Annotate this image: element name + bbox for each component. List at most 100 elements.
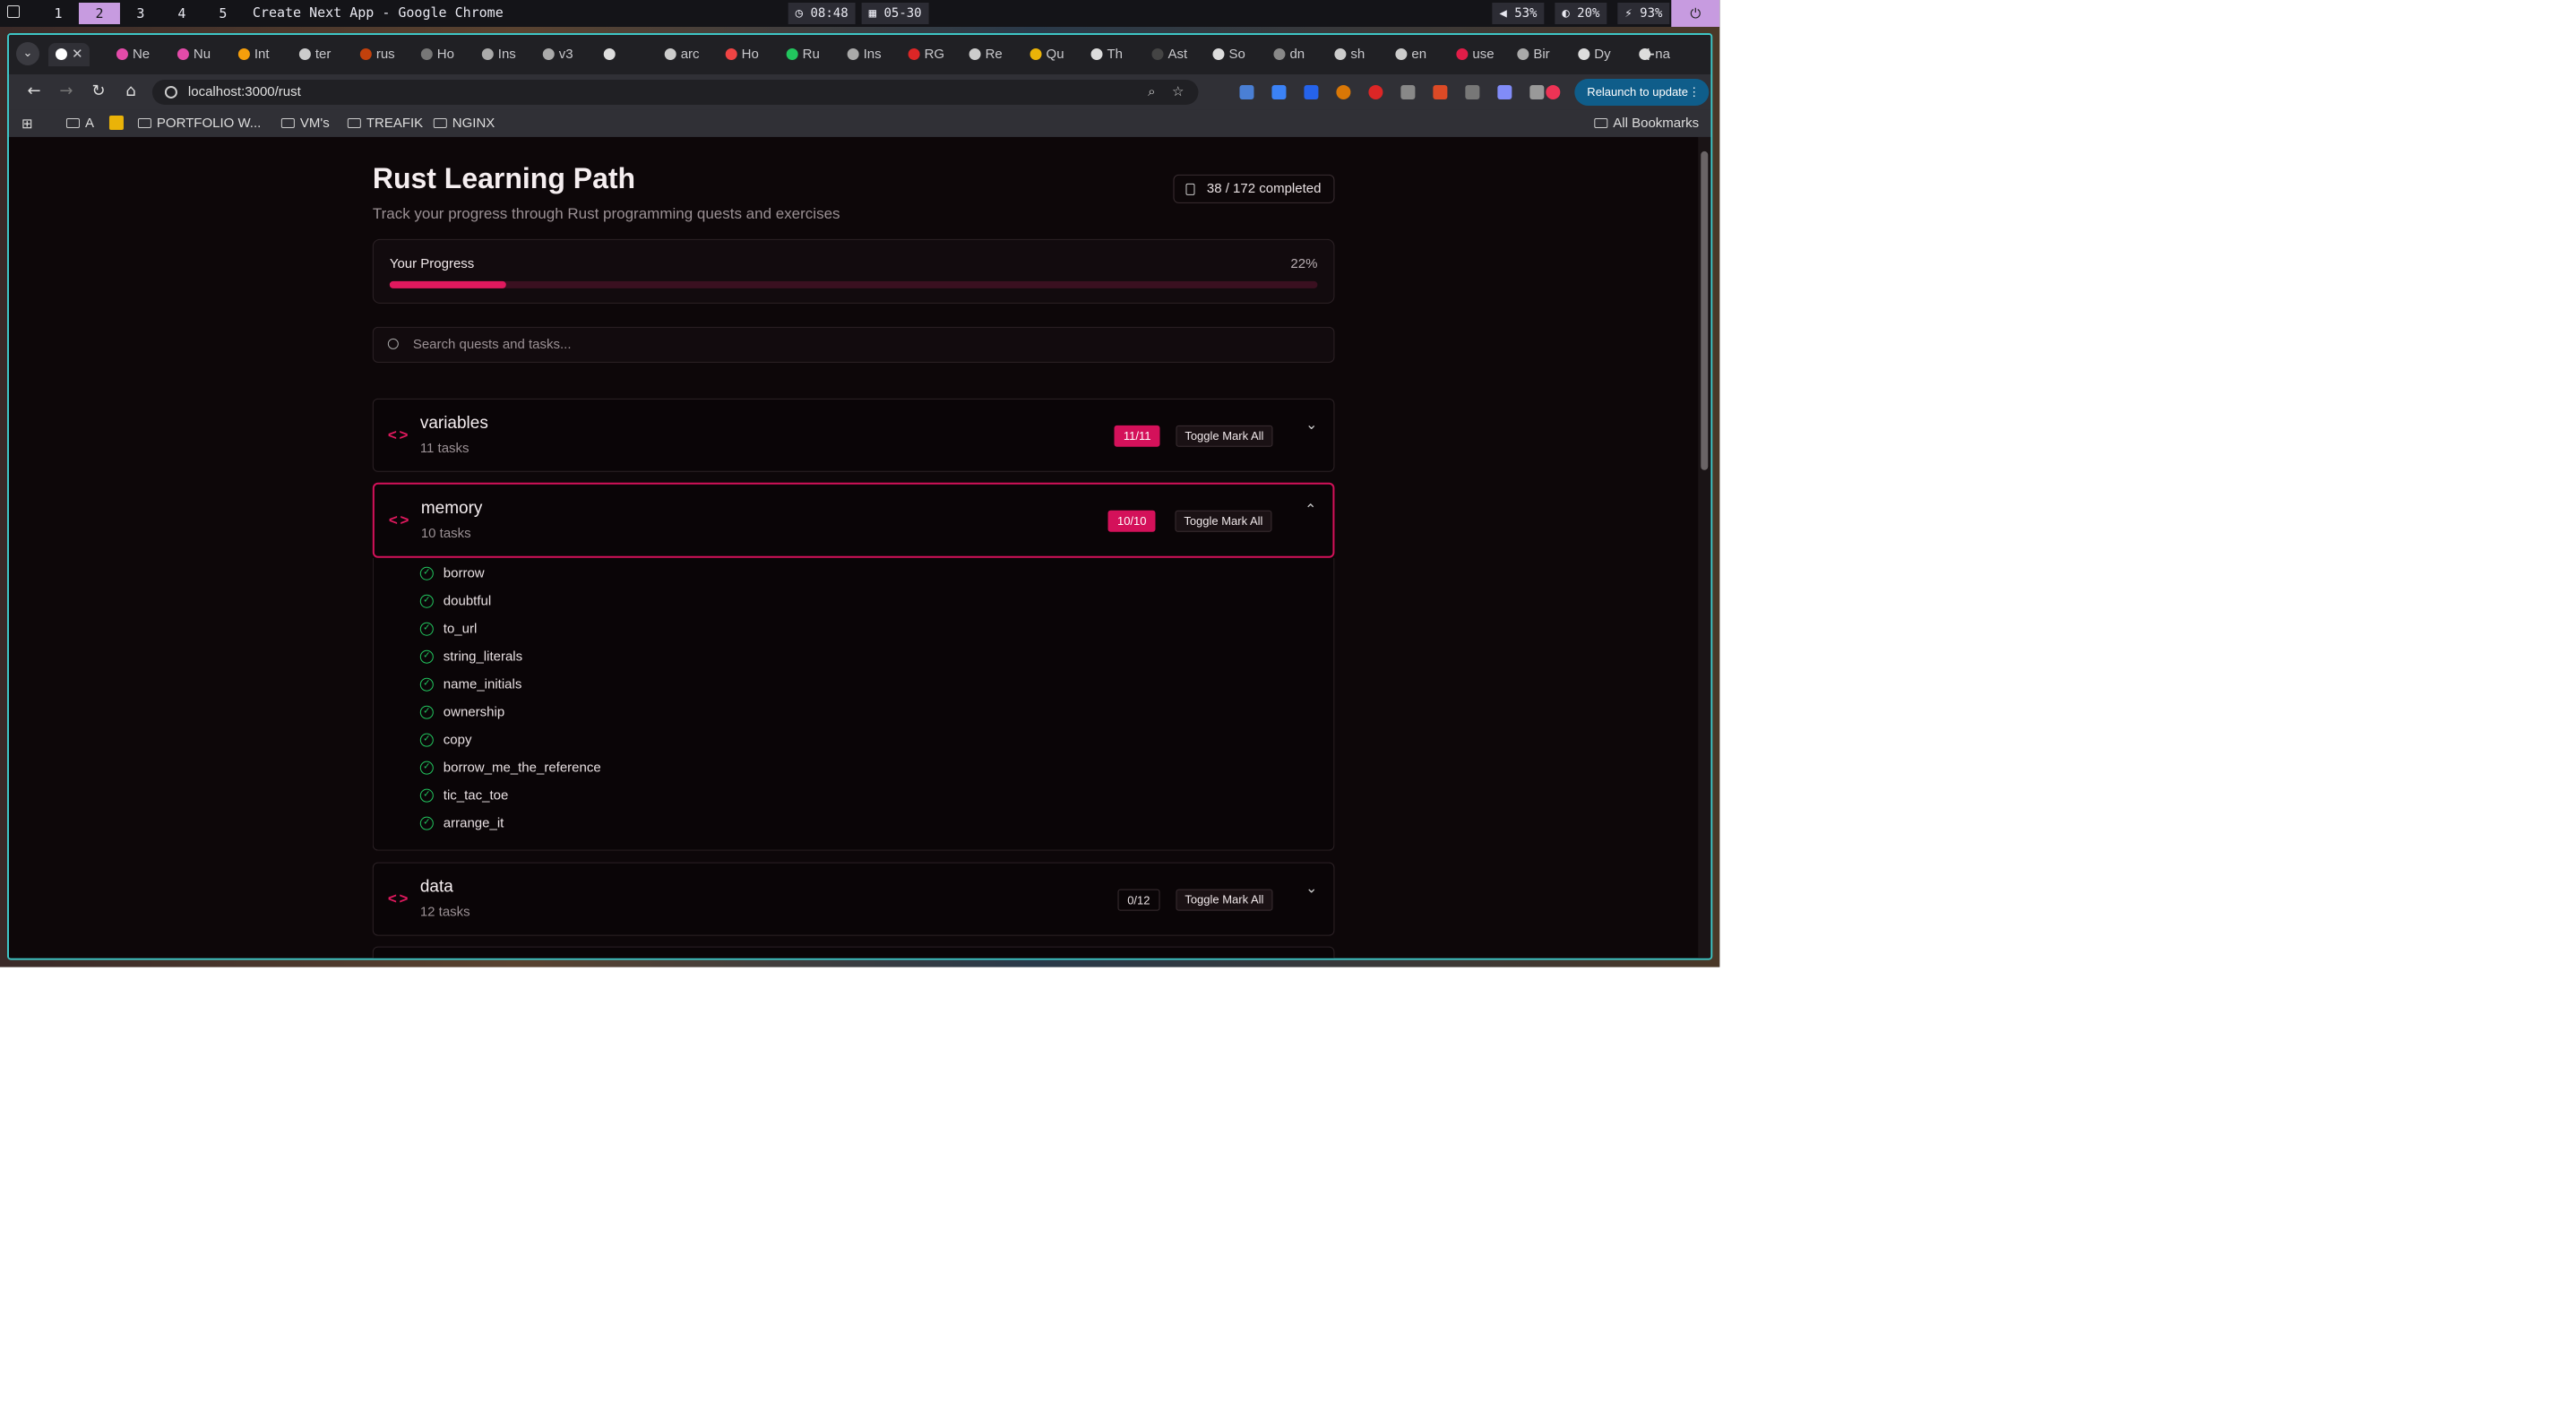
chevron-down-icon[interactable]: ⌄ [1305, 880, 1317, 898]
bookmark-favicon-icon[interactable] [108, 115, 124, 130]
tab-search-icon[interactable]: ⌄ [15, 41, 39, 65]
search-input[interactable]: Search quests and tasks... [372, 326, 1335, 363]
browser-tab[interactable]: Ho [414, 43, 468, 66]
extensions-menu-icon[interactable] [1529, 84, 1545, 99]
forward-icon[interactable]: → [56, 82, 77, 100]
profile-avatar[interactable] [1546, 84, 1561, 99]
power-icon[interactable]: ⏻ [1671, 0, 1720, 27]
chevron-down-icon[interactable]: ⌄ [1305, 416, 1317, 434]
tab-active[interactable]: ✕ [47, 42, 90, 66]
browser-tab[interactable]: Re [962, 43, 1016, 66]
check-circle-icon[interactable]: ✓ [419, 788, 434, 803]
extension-shield-icon[interactable] [1304, 84, 1319, 99]
task-item[interactable]: ✓ to_url [374, 615, 1334, 643]
new-tab-button[interactable]: + [1641, 43, 1656, 64]
browser-tab[interactable]: Int [231, 43, 285, 66]
extension-mask-icon[interactable] [1497, 84, 1512, 99]
bookmark-folder-vms[interactable]: VM's [280, 116, 330, 131]
task-item[interactable]: ✓ string_literals [374, 643, 1334, 671]
browser-tab[interactable]: v3 [536, 43, 590, 66]
workspace-1[interactable]: 1 [38, 3, 79, 24]
task-item[interactable]: ✓ tic_tac_toe [374, 782, 1334, 810]
browser-tab[interactable]: Dy [1571, 43, 1624, 66]
all-bookmarks[interactable]: All Bookmarks [1594, 116, 1699, 131]
browser-tab[interactable]: Ins [840, 43, 894, 66]
workspace-3[interactable]: 3 [120, 3, 161, 24]
browser-tab[interactable]: RG [901, 43, 955, 66]
address-bar[interactable]: localhost:3000/rust ⌕ ☆ [151, 79, 1199, 105]
task-item[interactable]: ✓ arrange_it [374, 810, 1334, 838]
workspace-4[interactable]: 4 [161, 3, 202, 24]
task-item[interactable]: ✓ borrow_me_the_reference [374, 754, 1334, 782]
extension-glasses-icon[interactable] [1400, 84, 1416, 99]
browser-tab[interactable]: Nu [170, 43, 224, 66]
relaunch-button[interactable]: Relaunch to update ⋮ [1574, 78, 1710, 106]
home-icon[interactable]: ⌂ [120, 82, 142, 100]
browser-tab[interactable]: Ins [475, 43, 529, 66]
browser-tab[interactable]: en [1388, 43, 1442, 66]
check-circle-icon[interactable]: ✓ [419, 566, 434, 580]
address-text[interactable]: localhost:3000/rust [188, 84, 301, 99]
check-circle-icon[interactable]: ✓ [419, 622, 434, 636]
task-item[interactable]: ✓ copy [374, 726, 1334, 754]
check-circle-icon[interactable]: ✓ [419, 677, 434, 692]
browser-tab[interactable]: rus [353, 43, 407, 66]
reload-icon[interactable]: ↻ [88, 82, 109, 100]
check-circle-icon[interactable]: ✓ [419, 705, 434, 719]
check-circle-icon[interactable]: ✓ [419, 761, 434, 775]
bookmark-star-icon[interactable]: ☆ [1172, 80, 1184, 105]
extension-brave-icon[interactable] [1336, 84, 1351, 99]
bookmark-folder-a[interactable]: A [65, 116, 94, 131]
back-icon[interactable]: ← [23, 82, 45, 100]
browser-tab[interactable]: Th [1084, 43, 1138, 66]
browser-tab[interactable]: Ru [780, 43, 833, 66]
task-item[interactable]: ✓ borrow [374, 560, 1334, 588]
volume[interactable]: ◀ 53% [1492, 2, 1545, 24]
extension-c-icon[interactable] [1433, 84, 1448, 99]
check-circle-icon[interactable]: ✓ [419, 649, 434, 664]
zoom-icon[interactable]: ⌕ [1148, 80, 1155, 105]
bookmark-folder-treafik[interactable]: TREAFIK [347, 116, 423, 131]
check-circle-icon[interactable]: ✓ [419, 733, 434, 747]
close-tab-icon[interactable]: ✕ [72, 47, 83, 62]
toggle-mark-all-button[interactable]: Toggle Mark All [1175, 510, 1272, 532]
browser-tab[interactable]: usе [1449, 43, 1503, 66]
quest-header[interactable]: < > data 12 tasks 0/12 Toggle Mark All ⌄ [374, 864, 1334, 935]
workspace-2[interactable]: 2 [78, 2, 120, 24]
site-info-icon[interactable] [164, 85, 177, 99]
extension-record-icon[interactable] [1368, 84, 1383, 99]
browser-tab[interactable]: na [1632, 43, 1685, 66]
browser-tab[interactable]: sh [1327, 43, 1381, 66]
browser-tab[interactable]: Bir [1510, 43, 1564, 66]
toggle-mark-all-button[interactable]: Toggle Mark All [1176, 889, 1273, 911]
bookmark-folder-portfolio[interactable]: PORTFOLIO W... [137, 116, 261, 131]
bookmark-folder-nginx[interactable]: NGINX [433, 116, 495, 131]
check-circle-icon[interactable]: ✓ [419, 594, 434, 608]
scrollbar[interactable] [1698, 136, 1711, 958]
browser-tab[interactable]: So [1205, 43, 1259, 66]
browser-tab[interactable]: Qu [1023, 43, 1077, 66]
browser-tab[interactable]: ter [292, 43, 346, 66]
browser-tab[interactable]: Ho [719, 43, 772, 66]
kebab-menu-icon[interactable]: ⋮ [1688, 79, 1700, 106]
extension-translate-icon[interactable] [1239, 84, 1254, 99]
extensions-puzzle-icon[interactable] [1465, 84, 1480, 99]
scrollbar-thumb[interactable] [1701, 150, 1709, 470]
browser-tab[interactable]: Ne [109, 43, 163, 66]
layout-icon[interactable] [6, 4, 20, 18]
quest-header[interactable]: < > variables 11 tasks 11/11 Toggle Mark All… [374, 400, 1334, 471]
workspace-5[interactable]: 5 [202, 3, 244, 24]
extension-check-icon[interactable] [1271, 84, 1287, 99]
task-item[interactable]: ✓ name_initials [374, 671, 1334, 699]
check-circle-icon[interactable]: ✓ [419, 816, 434, 830]
browser-tab[interactable]: Ast [1145, 43, 1199, 66]
brightness[interactable]: ◐ 20% [1555, 2, 1607, 24]
chevron-up-icon[interactable]: ⌃ [1305, 501, 1316, 519]
task-item[interactable]: ✓ ownership [374, 699, 1334, 726]
browser-tab[interactable] [597, 43, 650, 66]
task-item[interactable]: ✓ doubtful [374, 588, 1334, 615]
browser-tab[interactable]: arc [658, 43, 711, 66]
apps-grid-icon[interactable]: ⊞ [22, 116, 33, 132]
quest-header[interactable]: < > memory 10 tasks 10/10 Toggle Mark All ⌃ [372, 482, 1335, 558]
toggle-mark-all-button[interactable]: Toggle Mark All [1176, 425, 1273, 447]
